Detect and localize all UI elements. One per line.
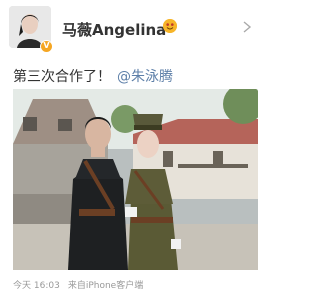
post-text: 第三次合作了！ @朱泳腾 xyxy=(13,66,173,86)
post-source[interactable]: 来自iPhone客户端 xyxy=(68,281,143,291)
mention-link[interactable]: @朱泳腾 xyxy=(117,69,173,85)
post-meta: 今天 16:03 来自iPhone客户端 xyxy=(13,278,143,291)
post-body: 第三次合作了！ xyxy=(13,69,111,85)
username[interactable]: 马薇Angelina xyxy=(62,19,166,40)
chevron-right-icon[interactable] xyxy=(240,19,254,33)
post-time: 今天 16:03 xyxy=(13,281,60,291)
smiling-face-icon xyxy=(163,19,177,33)
post-image[interactable] xyxy=(13,89,258,270)
post-header: V 马薇Angelina xyxy=(0,0,270,60)
verified-badge-icon: V xyxy=(40,40,53,53)
